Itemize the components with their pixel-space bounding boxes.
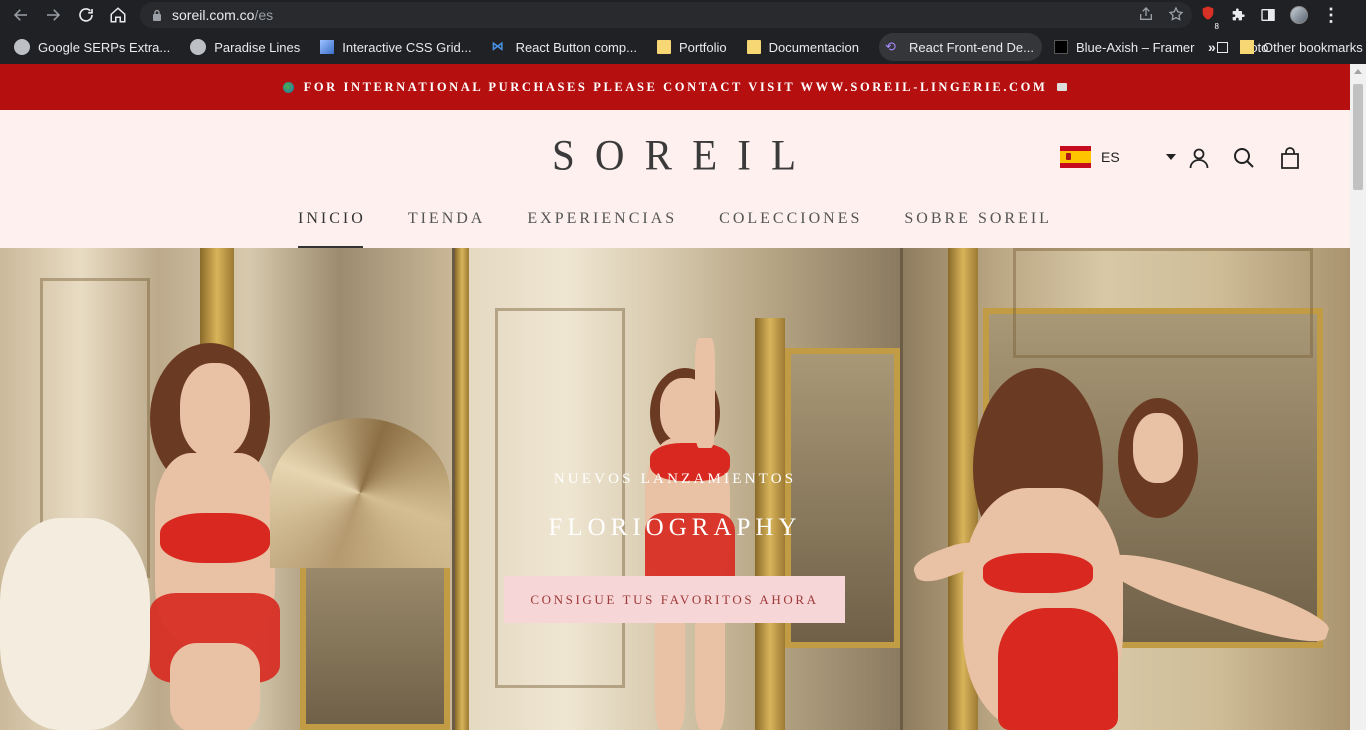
share-icon[interactable] — [1138, 6, 1154, 22]
bookmark-item[interactable]: Interactive CSS Grid... — [320, 33, 479, 61]
bookmark-item[interactable]: Portfolio — [656, 33, 735, 61]
url-host: soreil.com.co — [172, 7, 255, 23]
browser-menu-icon[interactable]: ⋮ — [1322, 6, 1340, 24]
other-bookmarks[interactable]: Other bookmarks — [1240, 30, 1363, 64]
address-bar[interactable]: soreil.com.co/es — [140, 2, 1192, 28]
hero-banner: NUEVOS LANZAMIENTOS FLORIOGRAPHY CONSIGU… — [0, 248, 1350, 730]
lock-icon — [153, 9, 161, 21]
hero-subtitle: NUEVOS LANZAMIENTOS — [553, 471, 797, 487]
nav-item-sobre-soreil[interactable]: SOBRE SOREIL — [904, 208, 1052, 248]
folder-icon — [746, 40, 761, 54]
bookmark-item[interactable]: Blue-Axish – Framer — [1054, 33, 1202, 61]
bookmark-star-icon[interactable] — [1168, 6, 1184, 22]
side-panel-icon[interactable] — [1260, 7, 1276, 23]
locale-selector[interactable]: ES — [1060, 146, 1176, 168]
bookmark-item[interactable]: Paradise Lines — [190, 33, 308, 61]
announcement-text: FOR INTERNATIONAL PURCHASES PLEASE CONTA… — [303, 79, 1048, 94]
caret-down-icon — [1165, 154, 1176, 160]
nav-item-experiencias[interactable]: EXPERIENCIAS — [527, 208, 677, 248]
puzzle-icon[interactable] — [1230, 7, 1246, 23]
folder-icon — [1240, 40, 1254, 54]
bookmarks-bar: Google SERPs Extra... Paradise Lines Int… — [0, 30, 1366, 64]
react-icon: ⋈ — [491, 39, 504, 53]
browser-toolbar: soreil.com.co/es 8 ⋮ — [0, 0, 1366, 31]
bookmark-item[interactable]: ⋈ React Button comp... — [492, 33, 645, 61]
arrow-left-icon — [13, 9, 27, 21]
url-path: /es — [254, 7, 274, 23]
account-icon[interactable] — [1187, 146, 1211, 170]
forward-button[interactable] — [38, 0, 68, 30]
globe-icon — [190, 39, 207, 55]
cart-bag-icon[interactable] — [1278, 146, 1302, 170]
site-header: S O R E I L ES INICIO TIENDA EXPERIENCIA… — [0, 110, 1350, 248]
page-scrollbar[interactable] — [1350, 64, 1366, 730]
bookmark-item[interactable]: Google SERPs Extra... — [14, 33, 178, 61]
framer-purple-icon: ⟲ — [885, 39, 896, 54]
locale-label: ES — [1101, 149, 1120, 165]
bookmark-item[interactable]: ⟲ React Front-end De... — [879, 33, 1042, 61]
framer-icon — [1054, 40, 1068, 54]
shop-favorites-button[interactable]: CONSIGUE TUS FAVORITOS AHORA — [504, 576, 845, 623]
cube-icon — [320, 40, 335, 54]
extension-shield[interactable]: 8 — [1200, 5, 1220, 31]
search-icon[interactable] — [1232, 146, 1256, 170]
hero-content: NUEVOS LANZAMIENTOS FLORIOGRAPHY CONSIGU… — [0, 248, 1350, 730]
web-page: FOR INTERNATIONAL PURCHASES PLEASE CONTA… — [0, 64, 1350, 730]
back-button[interactable] — [6, 0, 36, 30]
globe-emoji-icon — [282, 81, 294, 93]
shield-icon — [1202, 5, 1214, 20]
bookmark-item[interactable]: Documentacion — [746, 33, 867, 61]
scrollbar-thumb[interactable] — [1353, 84, 1363, 190]
main-navigation: INICIO TIENDA EXPERIENCIAS COLECCIONES S… — [0, 208, 1350, 248]
shopping-bag-emoji-icon — [1057, 83, 1068, 91]
reload-icon — [79, 8, 93, 22]
page-icon — [1217, 41, 1229, 53]
scroll-up-arrow-icon[interactable] — [1354, 69, 1362, 74]
site-logo[interactable]: S O R E I L — [552, 131, 796, 179]
arrow-right-icon — [47, 9, 61, 21]
profile-avatar[interactable] — [1290, 6, 1308, 24]
nav-item-inicio[interactable]: INICIO — [298, 208, 366, 248]
spain-flag-icon — [1060, 146, 1091, 168]
nav-item-colecciones[interactable]: COLECCIONES — [719, 208, 862, 248]
hero-title: FLORIOGRAPHY — [548, 514, 802, 541]
folder-icon — [656, 40, 671, 54]
home-icon — [110, 7, 126, 23]
globe-icon — [14, 39, 30, 55]
home-button[interactable] — [103, 0, 133, 30]
bookmarks-overflow-button[interactable]: » — [1208, 30, 1216, 64]
announcement-bar[interactable]: FOR INTERNATIONAL PURCHASES PLEASE CONTA… — [0, 64, 1350, 110]
nav-item-tienda[interactable]: TIENDA — [408, 208, 486, 248]
reload-button[interactable] — [71, 0, 101, 30]
